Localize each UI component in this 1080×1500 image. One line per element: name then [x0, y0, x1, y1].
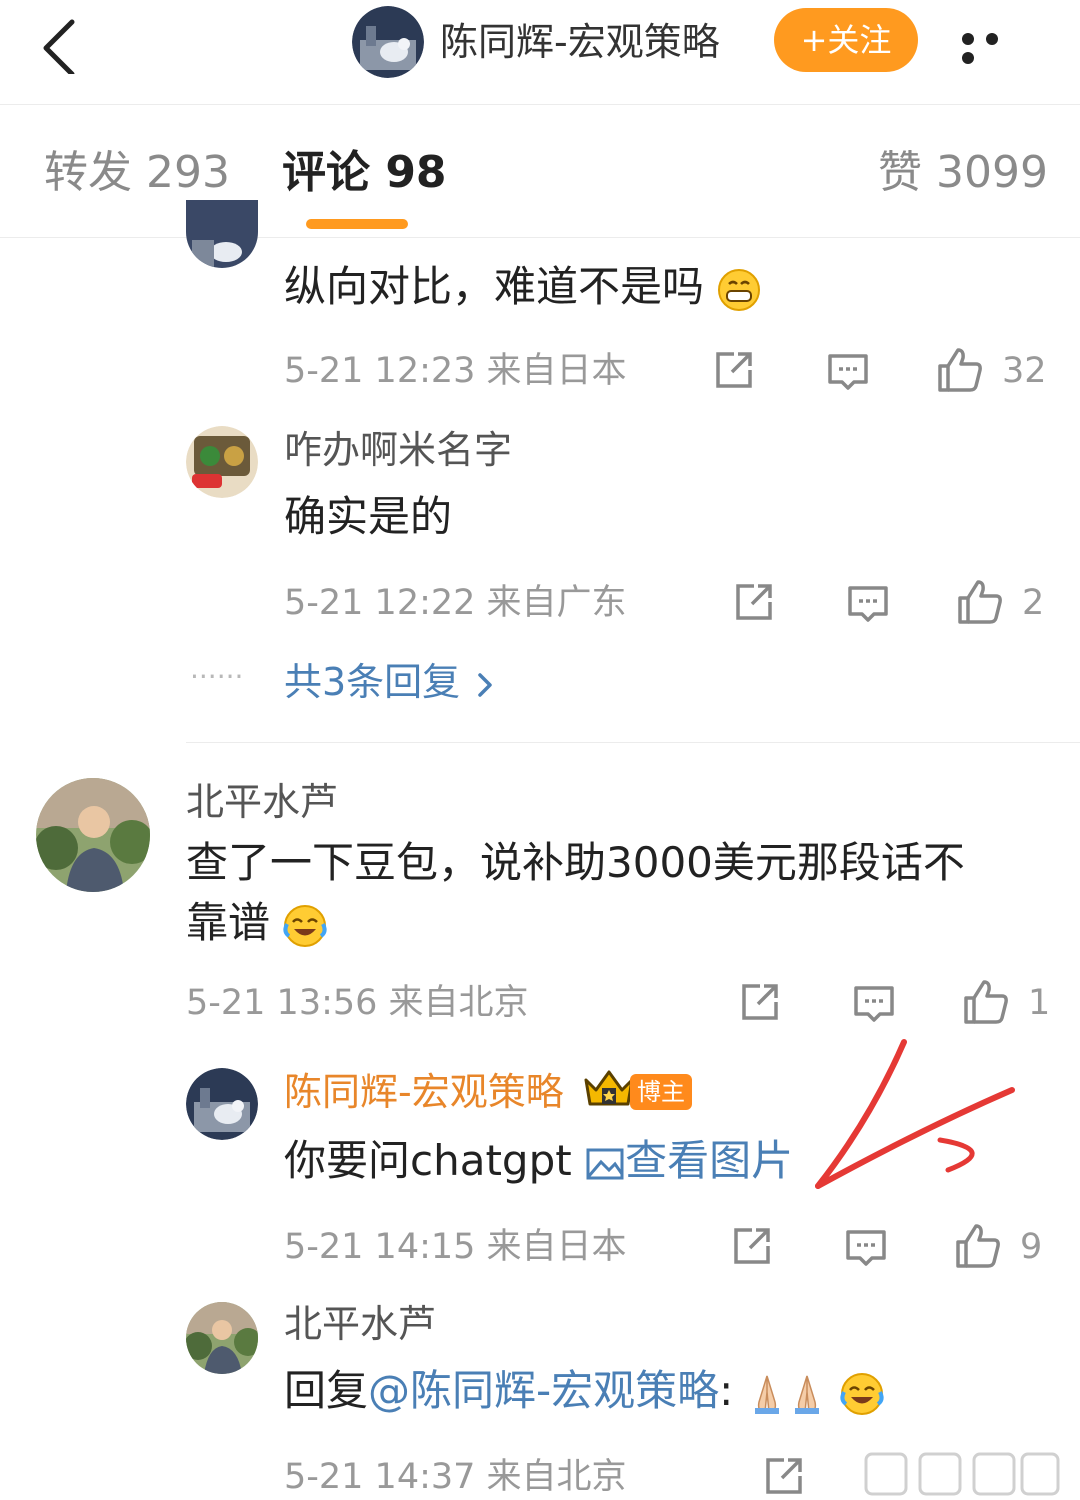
mention-link[interactable]: @陈同辉-宏观策略: [368, 1366, 719, 1415]
share-icon[interactable]: [738, 980, 782, 1024]
like-count: 32: [1002, 351, 1047, 391]
tab-repost[interactable]: 转发 293: [44, 145, 230, 201]
chevron-right-icon: [478, 672, 493, 697]
commenter-name[interactable]: 北平水芦: [186, 780, 338, 826]
like-count: 2: [1022, 583, 1045, 623]
laugh-cry-emoji-icon: [283, 904, 327, 947]
back-button[interactable]: [36, 10, 86, 77]
dot-icon: [962, 52, 974, 64]
divider: [186, 742, 1080, 743]
more-options-button[interactable]: [962, 30, 1032, 64]
like-count: 9: [1020, 1227, 1043, 1267]
grin-emoji-icon: [718, 268, 761, 311]
comment-icon[interactable]: [826, 350, 870, 394]
image-icon: [586, 1148, 624, 1179]
like-icon[interactable]: [936, 346, 984, 394]
active-tab-indicator: [306, 219, 408, 229]
more-replies-link[interactable]: 共3条回复: [284, 660, 498, 706]
chevron-left-icon: [43, 19, 75, 77]
like-icon[interactable]: [954, 1222, 1002, 1270]
commenter-name[interactable]: 咋办啊米名字: [284, 428, 512, 474]
more-replies-dots: ······: [190, 660, 244, 693]
pray-emoji-icon: [754, 1375, 819, 1414]
share-icon[interactable]: [762, 1454, 806, 1498]
tab-bar: 转发 293 评论 98 赞 3099: [0, 105, 1080, 238]
comment-meta: 5-21 12:22 来自广东: [284, 583, 627, 623]
avatar[interactable]: [186, 200, 258, 268]
share-icon[interactable]: [730, 1224, 774, 1268]
comment-meta: 5-21 14:37 来自北京: [284, 1457, 627, 1497]
share-icon[interactable]: [712, 348, 756, 392]
comment-icon[interactable]: [846, 582, 890, 626]
comment-meta: 5-21 13:56 来自北京: [186, 983, 529, 1023]
avatar[interactable]: [186, 426, 258, 498]
dot-icon: [986, 33, 998, 45]
like-count: 1: [1028, 983, 1051, 1023]
comment-text: 查了一下豆包，说补助3000美元那段话不: [186, 838, 965, 887]
crown-icon: [584, 1070, 634, 1106]
comment-text: 靠谱: [186, 898, 327, 948]
tab-comments[interactable]: 评论 98: [282, 145, 447, 201]
account-avatar[interactable]: [352, 6, 424, 78]
account-name[interactable]: 陈同辉-宏观策略: [440, 18, 720, 66]
share-icon[interactable]: [732, 580, 776, 624]
commenter-name[interactable]: 北平水芦: [284, 1302, 436, 1348]
like-icon[interactable]: [956, 578, 1004, 626]
reply-text: 你要问chatgpt 查看图片: [284, 1136, 794, 1185]
comment-meta: 5-21 14:15 来自日本: [284, 1227, 627, 1267]
comment-meta: 5-21 12:23 来自日本: [284, 351, 627, 391]
avatar[interactable]: [36, 778, 150, 892]
comment-icon[interactable]: [844, 1226, 888, 1270]
commenter-name[interactable]: 陈同辉-宏观策略: [284, 1070, 564, 1116]
avatar[interactable]: [186, 1302, 258, 1374]
tab-likes[interactable]: 赞 3099: [878, 145, 1048, 201]
dot-icon: [962, 33, 974, 45]
annotation-arrow: [815, 1039, 1015, 1189]
blogger-badge: 博主: [630, 1074, 692, 1110]
follow-button[interactable]: +关注: [774, 8, 918, 72]
top-bar: 陈同辉-宏观策略 +关注: [0, 0, 1080, 105]
view-image-link[interactable]: 查看图片: [585, 1136, 793, 1185]
like-icon[interactable]: [962, 978, 1010, 1026]
avatar[interactable]: [186, 1068, 258, 1140]
reply-text: 回复@陈同辉-宏观策略:: [284, 1366, 884, 1416]
comment-icon[interactable]: [852, 982, 896, 1026]
laugh-cry-emoji-icon: [840, 1372, 884, 1415]
reply-text: 确实是的: [284, 492, 453, 541]
reply-text: 纵向对比，难道不是吗: [284, 262, 761, 312]
watermark-logo: [864, 1452, 1060, 1496]
